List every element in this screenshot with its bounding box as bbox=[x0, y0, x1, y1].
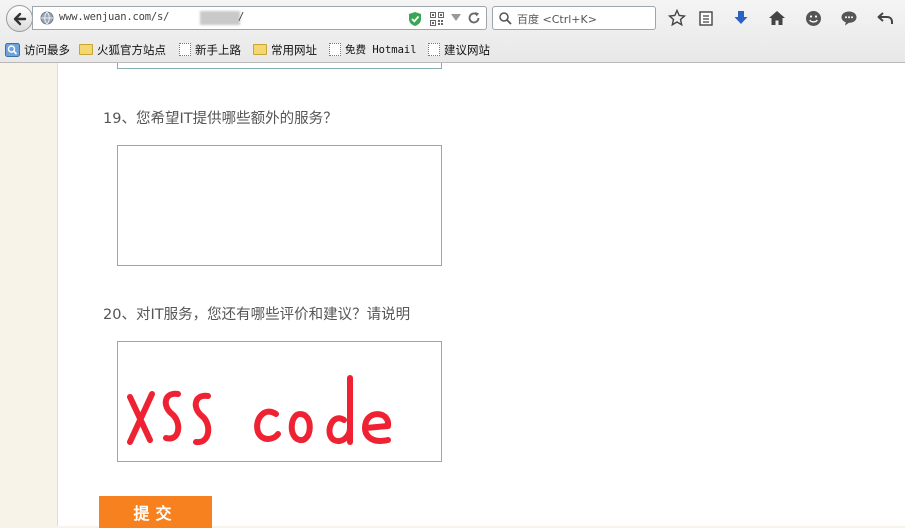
bookmark-label: 访问最多 bbox=[24, 42, 70, 57]
home-button[interactable] bbox=[767, 8, 787, 28]
handwritten-xss-code-annotation bbox=[127, 375, 392, 446]
page-icon bbox=[329, 43, 341, 56]
folder-icon bbox=[253, 44, 267, 55]
search-placeholder: 百度 <Ctrl+K> bbox=[517, 13, 597, 26]
bookmark-label: 火狐官方站点 bbox=[97, 42, 166, 57]
emoji-button[interactable] bbox=[803, 8, 823, 28]
search-icon bbox=[499, 12, 512, 25]
bookmark-firefox-official[interactable]: 火狐官方站点 bbox=[79, 41, 166, 58]
bookmark-suggested-sites[interactable]: 建议网站 bbox=[428, 41, 490, 58]
star-icon bbox=[668, 9, 686, 27]
bookmark-label: 免费 Hotmail bbox=[345, 44, 417, 56]
address-bar[interactable]: www.wenjuan.com/s/ / bbox=[32, 6, 487, 30]
qr-code-icon[interactable] bbox=[430, 12, 444, 26]
browser-chrome: www.wenjuan.com/s/ / 百度 <Ctrl+K> 访问最多 火狐… bbox=[0, 0, 905, 63]
most-visited-icon bbox=[5, 42, 20, 57]
url-text: www.wenjuan.com/s/ bbox=[59, 11, 170, 23]
folder-icon bbox=[79, 44, 93, 55]
page-icon bbox=[179, 43, 191, 56]
question-20-answer-field[interactable] bbox=[117, 341, 442, 462]
question-19-answer-field[interactable] bbox=[117, 145, 442, 266]
bookmark-getting-started[interactable]: 新手上路 bbox=[179, 41, 241, 58]
bookmark-star-button[interactable] bbox=[667, 8, 687, 28]
bookmark-label: 建议网站 bbox=[444, 42, 490, 57]
speech-bubble-icon bbox=[841, 11, 857, 25]
bookmark-label: 新手上路 bbox=[195, 42, 241, 57]
bookmark-common-sites[interactable]: 常用网址 bbox=[253, 41, 317, 58]
clipboard-list-icon bbox=[699, 11, 713, 26]
submit-button[interactable]: 提交 bbox=[99, 496, 212, 528]
download-arrow-icon bbox=[734, 11, 748, 24]
page-icon bbox=[428, 43, 440, 56]
page-viewport: 19、您希望IT提供哪些额外的服务？ 20、对IT服务，您还有哪些评价和建议？请… bbox=[0, 63, 905, 528]
back-button[interactable] bbox=[6, 5, 33, 32]
question-19-title: 19、您希望IT提供哪些额外的服务？ bbox=[103, 111, 338, 127]
redacted-url-segment bbox=[200, 11, 240, 25]
bookmark-hotmail[interactable]: 免费 Hotmail bbox=[329, 41, 417, 58]
globe-icon bbox=[40, 11, 54, 25]
navigation-toolbar: www.wenjuan.com/s/ / 百度 <Ctrl+K> bbox=[0, 0, 905, 36]
url-trailing-slash: / bbox=[238, 11, 245, 23]
chat-button[interactable] bbox=[839, 8, 859, 28]
bookmarks-toolbar: 访问最多 火狐官方站点 新手上路 常用网址 免费 Hotmail 建议网站 bbox=[0, 37, 905, 62]
bookmark-label: 常用网址 bbox=[271, 42, 317, 57]
question-20-title: 20、对IT服务，您还有哪些评价和建议？请说明 bbox=[103, 307, 411, 323]
previous-answer-box[interactable] bbox=[117, 63, 442, 69]
smiley-face-icon bbox=[805, 10, 821, 26]
home-icon bbox=[769, 11, 785, 25]
undo-arrow-icon bbox=[877, 12, 893, 24]
undo-button[interactable] bbox=[875, 8, 895, 28]
reload-icon[interactable] bbox=[467, 11, 481, 25]
bookmarks-menu-button[interactable] bbox=[696, 8, 716, 28]
bookmark-most-visited[interactable]: 访问最多 bbox=[5, 41, 70, 58]
back-arrow-icon bbox=[13, 12, 26, 25]
downloads-button[interactable] bbox=[731, 8, 751, 28]
shield-icon[interactable] bbox=[408, 11, 422, 27]
chevron-down-icon[interactable] bbox=[451, 14, 461, 22]
search-bar[interactable]: 百度 <Ctrl+K> bbox=[492, 6, 656, 30]
